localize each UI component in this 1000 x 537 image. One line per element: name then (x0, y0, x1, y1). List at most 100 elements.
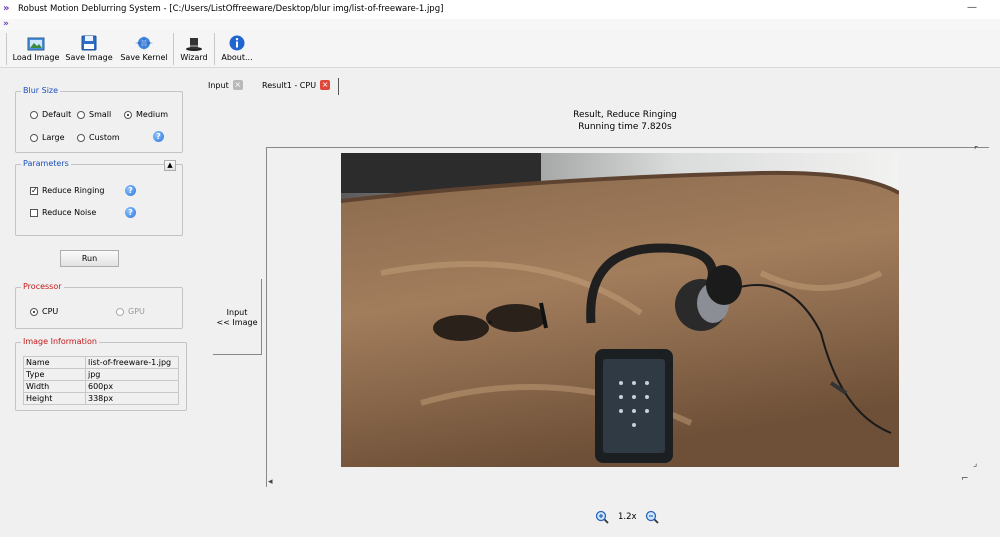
processor-label: Processor (21, 282, 64, 291)
running-time: Running time 7.820s (578, 122, 672, 132)
image-info-label: Image Information (21, 337, 99, 346)
processor-cpu-radio[interactable]: CPU (30, 307, 58, 316)
about-button[interactable]: About... (218, 32, 256, 66)
toolbar-separator (173, 33, 174, 65)
blur-medium-radio[interactable]: Medium (124, 110, 168, 119)
tab-result-label: Result1 - CPU (262, 80, 317, 90)
info-key: Height (23, 392, 86, 405)
info-value: 600px (85, 380, 179, 393)
info-key: Name (23, 356, 86, 369)
scroll-left-arrow-icon[interactable]: ◂ (268, 477, 273, 487)
app-logo-icon: » (3, 3, 10, 14)
blur-size-label: Blur Size (21, 86, 61, 95)
scroll-up-arrow-icon[interactable]: ⌜ (974, 146, 978, 156)
info-key: Width (23, 380, 86, 393)
info-value: 338px (85, 392, 179, 405)
toolbar: Load Image Save Image Save Kernel Wizard (0, 30, 1000, 68)
parameters-group: Parameters (15, 159, 183, 236)
save-kernel-label: Save Kernel (120, 53, 168, 62)
blur-small-label: Small (89, 110, 112, 119)
cpu-label: CPU (42, 307, 59, 316)
window-title: Robust Motion Deblurring System - [C:/Us… (18, 4, 444, 14)
result-photo (341, 153, 899, 467)
gpu-label: GPU (128, 307, 145, 316)
collapse-parameters-button[interactable]: ▲ (164, 160, 176, 171)
folder-image-icon (27, 37, 45, 51)
blur-default-label: Default (42, 110, 72, 119)
menu-app-icon[interactable]: » (3, 19, 9, 30)
input-image-toggle-button[interactable]: Input << Image (213, 279, 262, 355)
processor-gpu-radio[interactable]: GPU (116, 307, 145, 316)
toolbar-separator (214, 33, 215, 65)
save-image-button[interactable]: Save Image (64, 32, 114, 66)
load-image-label: Load Image (12, 53, 60, 62)
blur-medium-label: Medium (136, 110, 168, 119)
radio-dot (30, 110, 38, 119)
zoom-out-icon (645, 510, 659, 524)
tab-close-icon[interactable]: × (232, 80, 243, 90)
scroll-corner-icon[interactable]: ⌐ (961, 474, 969, 484)
reduce-noise-help-icon[interactable]: ? (125, 207, 136, 218)
radio-dot-selected (30, 307, 38, 316)
reduce-noise-checkbox[interactable]: Reduce Noise (30, 208, 96, 217)
checkbox-unchecked-icon (30, 208, 38, 217)
image-info-table: Name list-of-freeware-1.jpg Type jpg Width… (23, 356, 179, 405)
blur-size-group: Blur Size (15, 86, 183, 153)
blur-large-label: Large (42, 133, 65, 142)
tab-divider (338, 78, 339, 95)
run-button[interactable]: Run (60, 250, 119, 267)
radio-dot (77, 133, 85, 142)
info-icon (229, 35, 245, 51)
radio-dot (30, 133, 38, 142)
result-image (341, 153, 899, 467)
zoom-in-icon (595, 510, 609, 524)
blur-custom-radio[interactable]: Custom (77, 133, 120, 142)
tab-close-icon[interactable]: × (320, 80, 331, 90)
blur-large-radio[interactable]: Large (30, 133, 65, 142)
result-title: Result, Reduce Ringing (573, 110, 677, 120)
table-row: Type jpg (23, 368, 179, 381)
reduce-ringing-checkbox[interactable]: ✓ Reduce Ringing (30, 186, 104, 195)
checkbox-checked-icon: ✓ (30, 185, 38, 195)
toggle-line2: << Image (216, 318, 258, 327)
blur-small-radio[interactable]: Small (77, 110, 111, 119)
info-key: Type (23, 368, 86, 381)
blur-size-help-icon[interactable]: ? (153, 131, 164, 142)
tab-input-label: Input (208, 80, 229, 90)
load-image-button[interactable]: Load Image (10, 32, 62, 66)
reduce-ringing-label: Reduce Ringing (42, 186, 105, 195)
save-image-label: Save Image (65, 53, 113, 62)
toolbar-grip (6, 33, 7, 65)
kernel-star-icon (135, 35, 153, 51)
reduce-ringing-help-icon[interactable]: ? (125, 185, 136, 196)
toggle-line1: Input (226, 308, 248, 317)
blur-custom-label: Custom (89, 133, 120, 142)
zoom-in-button[interactable] (595, 510, 611, 524)
wizard-hat-icon (186, 38, 202, 51)
blur-default-radio[interactable]: Default (30, 110, 71, 119)
title-bar: » Robust Motion Deblurring System - [C:/… (0, 0, 1000, 19)
info-value: jpg (85, 368, 179, 381)
result-header: Result, Reduce Ringing Running time 7.82… (490, 109, 760, 133)
menu-strip: » (0, 19, 1000, 30)
wizard-button[interactable]: Wizard (177, 32, 211, 66)
radio-dot (116, 307, 124, 316)
floppy-disk-icon (81, 35, 97, 51)
resize-corner-icon[interactable]: ⌟ (973, 459, 977, 469)
tab-input[interactable]: Input × (208, 80, 243, 90)
minimize-button[interactable]: — (962, 0, 982, 18)
reduce-noise-label: Reduce Noise (42, 208, 97, 217)
radio-dot-selected (124, 110, 132, 119)
save-kernel-button[interactable]: Save Kernel (118, 32, 170, 66)
about-label: About... (221, 53, 253, 62)
parameters-label: Parameters (21, 159, 71, 168)
table-row: Width 600px (23, 380, 179, 393)
radio-dot (77, 110, 85, 119)
zoom-out-button[interactable] (645, 510, 661, 524)
tab-result1-cpu[interactable]: Result1 - CPU × (262, 80, 331, 90)
table-row: Name list-of-freeware-1.jpg (23, 356, 179, 369)
table-row: Height 338px (23, 392, 179, 405)
info-value: list-of-freeware-1.jpg (85, 356, 179, 369)
wizard-label: Wizard (180, 53, 208, 62)
zoom-level: 1.2x (618, 512, 637, 522)
